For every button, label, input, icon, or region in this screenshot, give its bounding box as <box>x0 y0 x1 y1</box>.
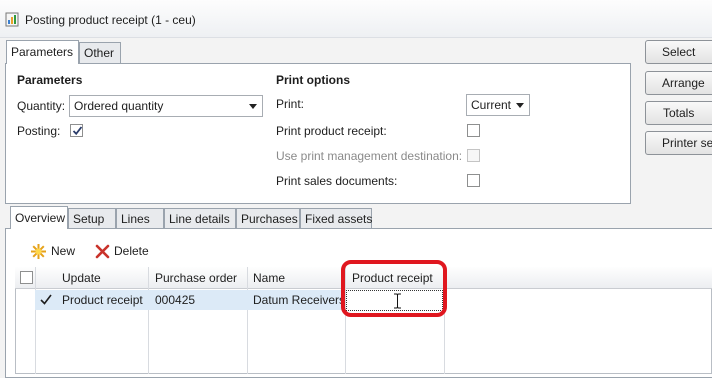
tab-label: Other <box>84 46 115 60</box>
new-label: New <box>51 244 76 258</box>
button-label: Arrange <box>662 76 705 90</box>
print-value: Current <box>471 98 512 112</box>
print-sales-documents-label: Print sales documents: <box>276 174 398 188</box>
totals-button[interactable]: Totals <box>645 101 712 125</box>
print-label: Print: <box>276 97 305 111</box>
select-button[interactable]: Select <box>645 40 712 64</box>
tab-lines[interactable]: Lines <box>116 208 164 229</box>
print-options-heading: Print options <box>276 73 350 87</box>
printer-setup-button[interactable]: Printer setup <box>645 131 712 155</box>
app-window-icon <box>5 12 19 27</box>
print-select[interactable]: Current <box>466 94 530 116</box>
tab-parameters[interactable]: Parameters <box>6 40 79 64</box>
tab-setup[interactable]: Setup <box>68 208 116 229</box>
delete-x-icon <box>95 244 110 259</box>
column-header-name[interactable]: Name <box>253 271 285 285</box>
chevron-down-icon <box>249 104 257 109</box>
posting-checkbox[interactable] <box>70 124 83 137</box>
posting-label: Posting: <box>17 124 61 138</box>
column-divider <box>35 267 36 374</box>
print-product-receipt-checkbox[interactable] <box>467 124 480 137</box>
cell-name[interactable]: Datum Receivers <box>253 293 345 307</box>
tab-overview[interactable]: Overview <box>10 206 68 229</box>
use-print-management-checkbox <box>467 149 480 162</box>
tab-label: Purchases <box>241 212 298 226</box>
print-product-receipt-label: Print product receipt: <box>276 124 387 138</box>
tab-label: Overview <box>15 211 66 225</box>
column-divider <box>148 267 149 374</box>
column-header-update[interactable]: Update <box>62 271 101 285</box>
tab-label: Lines <box>121 212 150 226</box>
tab-purchases[interactable]: Purchases <box>236 208 300 229</box>
column-divider <box>247 267 248 374</box>
tab-label: Setup <box>73 212 105 226</box>
button-label: Totals <box>663 106 695 120</box>
tab-label: Fixed assets <box>305 212 373 226</box>
button-label: Select <box>662 45 696 59</box>
highlight-annotation <box>341 260 447 317</box>
print-sales-documents-checkbox[interactable] <box>467 174 480 187</box>
use-print-management-label: Use print management destination: <box>276 149 463 163</box>
arrange-button[interactable]: Arrange <box>645 71 712 95</box>
tab-other[interactable]: Other <box>79 42 121 64</box>
button-label: Printer setup <box>662 136 712 150</box>
tab-line-details[interactable]: Line details <box>164 208 236 229</box>
quantity-value: Ordered quantity <box>74 99 164 113</box>
tab-fixed-assets[interactable]: Fixed assets <box>300 208 372 229</box>
chevron-down-icon <box>516 103 524 108</box>
tab-label: Parameters <box>11 45 74 59</box>
column-header-purchase-order[interactable]: Purchase order <box>155 271 237 285</box>
quantity-select[interactable]: Ordered quantity <box>69 95 263 117</box>
cell-update[interactable]: Product receipt <box>62 293 143 307</box>
checkmark-icon <box>72 126 83 136</box>
select-all-checkbox[interactable] <box>20 271 33 284</box>
new-star-icon <box>31 244 46 259</box>
delete-label: Delete <box>114 244 149 258</box>
cell-purchase-order[interactable]: 000425 <box>155 293 195 307</box>
window-title: Posting product receipt (1 - ceu) <box>25 13 196 27</box>
title-bar: Posting product receipt (1 - ceu) <box>0 0 712 38</box>
quantity-label: Quantity: <box>17 99 66 113</box>
parameters-heading: Parameters <box>17 73 83 87</box>
tab-label: Line details <box>169 212 230 226</box>
checkmark-icon <box>40 294 52 305</box>
